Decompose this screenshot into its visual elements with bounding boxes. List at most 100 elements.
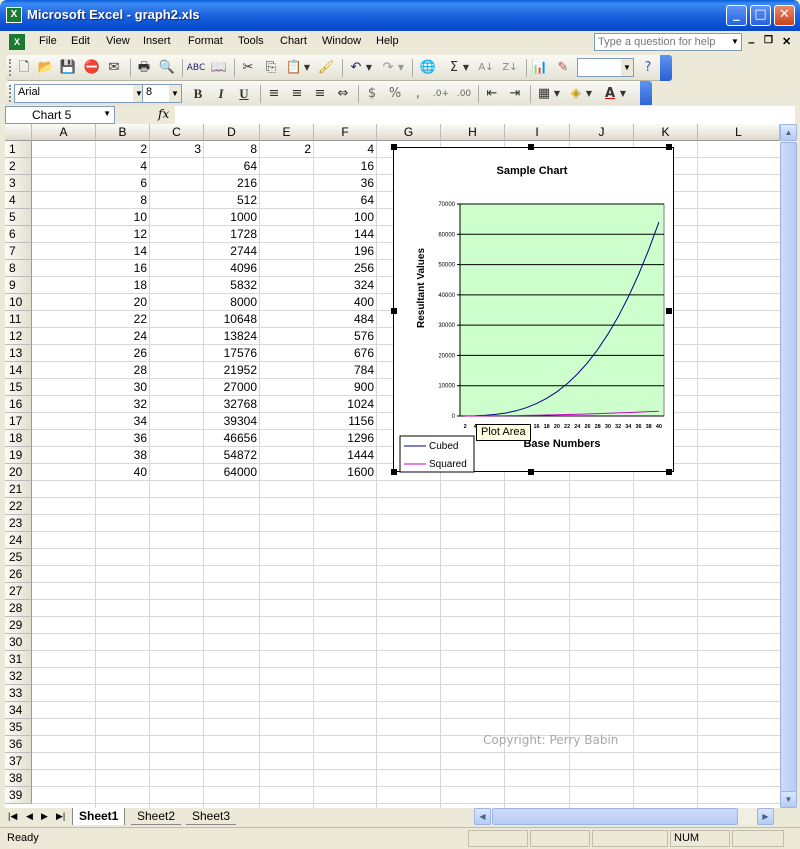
cell-f1[interactable]: 4 [314,141,377,158]
row-header-31[interactable]: 31 [5,651,32,668]
minimize-button[interactable]: _ [726,5,747,26]
tab-sheet1[interactable]: Sheet1 [72,808,126,825]
cell-d6[interactable]: 1728 [204,226,260,243]
row-header-37[interactable]: 37 [5,753,32,770]
cell-f16[interactable]: 1024 [314,396,377,413]
menu-view[interactable]: View [106,35,130,47]
zoom-combo[interactable]: ▼ [577,58,634,77]
column-header-b[interactable]: B [96,124,150,141]
resize-handle[interactable] [528,469,534,475]
row-header-39[interactable]: 39 [5,787,32,804]
horizontal-scrollbar[interactable]: ◀ ▶ [474,808,774,825]
row-header-9[interactable]: 9 [5,277,32,294]
vertical-scroll-thumb[interactable] [780,142,797,792]
row-header-17[interactable]: 17 [5,413,32,430]
resize-handle[interactable] [391,469,397,475]
chevron-down-icon[interactable]: ▼ [552,84,562,104]
cell-d2[interactable]: 64 [204,158,260,175]
column-header-l[interactable]: L [698,124,780,141]
row-header-26[interactable]: 26 [5,566,32,583]
chevron-down-icon[interactable]: ▼ [103,109,111,118]
row-header-36[interactable]: 36 [5,736,32,753]
undo-icon[interactable]: ↶ [346,58,366,78]
excel-icon[interactable]: X [6,7,22,23]
cell-b20[interactable]: 40 [96,464,150,481]
chevron-down-icon[interactable]: ▼ [364,58,374,78]
chart-svg[interactable]: Sample Chart Resultant Values Base Numbe… [394,148,675,473]
cell-b19[interactable]: 38 [96,447,150,464]
email-icon[interactable]: ✉ [104,58,124,78]
merge-center-icon[interactable]: ⇔ [333,84,353,104]
cell-b1[interactable]: 2 [96,141,150,158]
chevron-down-icon[interactable]: ▼ [461,58,471,78]
cell-b6[interactable]: 12 [96,226,150,243]
row-header-38[interactable]: 38 [5,770,32,787]
row-header-6[interactable]: 6 [5,226,32,243]
close-button[interactable]: ✕ [774,5,795,26]
cell-f7[interactable]: 196 [314,243,377,260]
select-all-button[interactable] [5,124,32,141]
borders-icon[interactable]: ▦ [534,84,554,104]
chart-object[interactable]: Sample Chart Resultant Values Base Numbe… [393,147,675,473]
column-header-d[interactable]: D [204,124,260,141]
font-size-combo[interactable]: 8 ▼ [142,84,182,103]
menu-insert[interactable]: Insert [143,35,171,47]
first-sheet-button[interactable]: |◀ [8,811,17,822]
resize-handle[interactable] [391,144,397,150]
chart-ylabel[interactable]: Resultant Values [416,248,427,328]
cell-f15[interactable]: 900 [314,379,377,396]
column-header-h[interactable]: H [441,124,505,141]
row-header-23[interactable]: 23 [5,515,32,532]
cell-d5[interactable]: 1000 [204,209,260,226]
cell-b18[interactable]: 36 [96,430,150,447]
cell-f2[interactable]: 16 [314,158,377,175]
save-icon[interactable]: 💾 [58,58,78,78]
cell-b13[interactable]: 26 [96,345,150,362]
horizontal-scroll-thumb[interactable] [492,808,738,825]
chevron-down-icon[interactable]: ▼ [618,84,628,104]
cell-d7[interactable]: 2744 [204,243,260,260]
cell-f9[interactable]: 324 [314,277,377,294]
row-header-35[interactable]: 35 [5,719,32,736]
worksheet-grid[interactable]: ABCDEFGHIJKL 1 2 3 4 5 6 7 8 9 10 11 12 13 14 15 16 17 18… [5,124,780,808]
cell-d3[interactable]: 216 [204,175,260,192]
cell-b9[interactable]: 18 [96,277,150,294]
row-header-16[interactable]: 16 [5,396,32,413]
cell-d18[interactable]: 46656 [204,430,260,447]
sort-descending-icon[interactable]: Z↓ [500,58,520,78]
cell-d1[interactable]: 8 [204,141,260,158]
cell-d20[interactable]: 64000 [204,464,260,481]
cell-d14[interactable]: 21952 [204,362,260,379]
cell-f13[interactable]: 676 [314,345,377,362]
underline-button[interactable]: U [234,84,254,104]
cell-b4[interactable]: 8 [96,192,150,209]
workbook-icon[interactable]: X [9,34,25,50]
formula-input[interactable] [175,106,795,124]
row-header-15[interactable]: 15 [5,379,32,396]
row-header-34[interactable]: 34 [5,702,32,719]
workbook-minimize-button[interactable]: – [748,35,755,49]
row-header-24[interactable]: 24 [5,532,32,549]
cell-b7[interactable]: 14 [96,243,150,260]
chart-xlabel[interactable]: Base Numbers [523,438,600,450]
open-icon[interactable]: 📂 [36,58,56,78]
cell-f5[interactable]: 100 [314,209,377,226]
resize-handle[interactable] [528,144,534,150]
decrease-decimal-icon[interactable]: .00 [454,84,474,104]
menu-window[interactable]: Window [322,35,361,47]
menu-help[interactable]: Help [376,35,399,47]
scroll-down-button[interactable]: ▼ [780,791,797,808]
prev-sheet-button[interactable]: ◀ [26,811,33,822]
column-header-i[interactable]: I [505,124,570,141]
toolbar-grip[interactable] [9,59,12,76]
cell-b10[interactable]: 20 [96,294,150,311]
row-header-29[interactable]: 29 [5,617,32,634]
row-header-30[interactable]: 30 [5,634,32,651]
cell-b2[interactable]: 4 [96,158,150,175]
cell-d4[interactable]: 512 [204,192,260,209]
row-header-33[interactable]: 33 [5,685,32,702]
cell-d17[interactable]: 39304 [204,413,260,430]
cell-b14[interactable]: 28 [96,362,150,379]
align-left-icon[interactable]: ≡ [264,84,284,104]
cell-d9[interactable]: 5832 [204,277,260,294]
